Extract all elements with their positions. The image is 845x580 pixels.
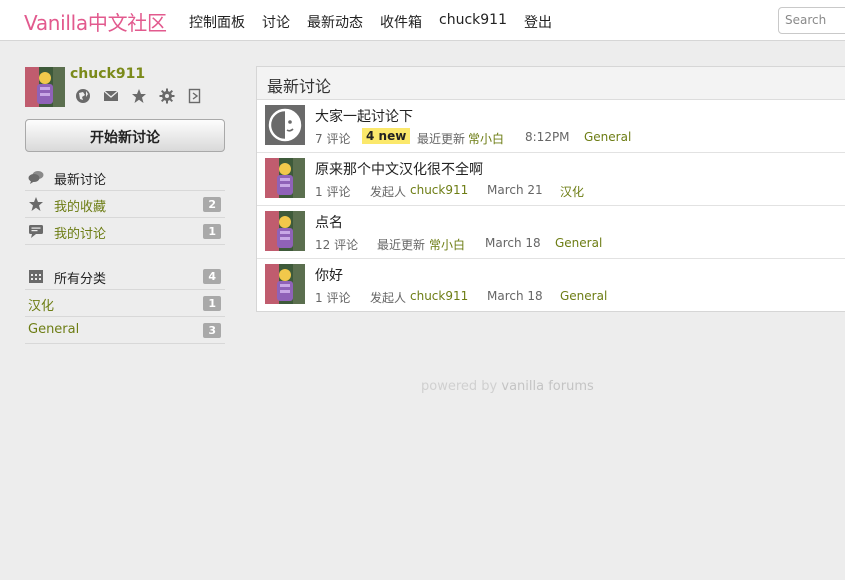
avatar[interactable] [265, 158, 305, 198]
comment-count: 12 评论 [315, 238, 359, 252]
author-link[interactable]: chuck911 [410, 183, 468, 197]
sidebar-item-category-general[interactable]: General 3 [25, 317, 225, 344]
sidebar-item-label: General [28, 322, 80, 337]
star-icon [28, 196, 44, 212]
last-date: March 18 [487, 289, 543, 303]
sidebar-menu: 最新讨论 我的收藏 2 我的讨论 1 所有分类 4 汉化 1 General 3 [25, 164, 225, 344]
nav-dashboard[interactable]: 控制面板 [189, 12, 245, 32]
sidebar-item-recent-discussions[interactable]: 最新讨论 [25, 164, 225, 191]
calendar-grid-icon [28, 268, 44, 284]
author-link[interactable]: 常小白 [468, 130, 504, 147]
mail-icon[interactable] [103, 88, 119, 104]
nav-activity[interactable]: 最新动态 [307, 12, 363, 32]
comment-icon [28, 223, 44, 239]
page-title: 最新讨论 [257, 67, 845, 100]
table-row[interactable]: 大家一起讨论下 7 评论 4 new 最近更新 常小白 8:12PM Gener… [257, 100, 845, 153]
author-label: 发起人 [370, 291, 407, 305]
sidebar-item-label: 我的讨论 [54, 227, 107, 242]
count-badge: 1 [203, 224, 221, 239]
search-input[interactable]: Search [778, 7, 845, 34]
username-link[interactable]: chuck911 [70, 66, 145, 82]
profile-icons [75, 88, 215, 104]
sidebar-item-all-categories[interactable]: 所有分类 4 [25, 263, 225, 290]
signout-icon[interactable] [187, 88, 203, 104]
star-icon[interactable] [131, 88, 147, 104]
start-new-discussion-button[interactable]: 开始新讨论 [25, 119, 225, 152]
last-date: March 18 [485, 236, 541, 250]
discussion-title[interactable]: 点名 [315, 212, 343, 232]
last-date: 8:12PM [525, 130, 570, 144]
count-badge: 2 [203, 197, 221, 212]
count-badge: 1 [203, 296, 221, 311]
site-brand[interactable]: Vanilla中文社区 [24, 7, 167, 36]
sidebar-item-label: 最新讨论 [54, 173, 107, 188]
avatar[interactable] [25, 67, 65, 107]
category-link[interactable]: General [584, 130, 631, 144]
globe-icon[interactable] [75, 88, 91, 104]
author-label: 发起人 [370, 185, 407, 199]
avatar[interactable] [265, 211, 305, 251]
author-link[interactable]: chuck911 [410, 289, 468, 303]
default-avatar-icon[interactable] [265, 105, 305, 145]
nav-inbox[interactable]: 收件箱 [380, 12, 422, 32]
footer-prefix: powered by [421, 379, 498, 394]
user-profile-box: chuck911 [25, 65, 225, 107]
comment-count: 7 评论 [315, 132, 351, 146]
table-row[interactable]: 你好 1 评论 发起人 chuck911 March 18 General [257, 259, 845, 312]
sidebar-item-bookmarks[interactable]: 我的收藏 2 [25, 191, 225, 218]
table-row[interactable]: 原来那个中文汉化很不全啊 1 评论 发起人 chuck911 March 21 … [257, 153, 845, 206]
top-header: Vanilla中文社区 控制面板 讨论 最新动态 收件箱 chuck911 登出… [0, 0, 845, 41]
gear-icon[interactable] [159, 88, 175, 104]
category-link[interactable]: General [560, 289, 607, 303]
nav-signout[interactable]: 登出 [524, 12, 552, 32]
last-date: March 21 [487, 183, 543, 197]
footer-vanilla-link[interactable]: vanilla forums [501, 379, 593, 394]
comment-count: 1 评论 [315, 291, 351, 305]
chat-bubbles-icon [28, 169, 44, 185]
author-link[interactable]: 常小白 [429, 236, 465, 253]
main-nav: 控制面板 讨论 最新动态 收件箱 chuck911 登出 [189, 12, 569, 32]
discussion-title[interactable]: 大家一起讨论下 [315, 106, 413, 126]
table-row[interactable]: 点名 12 评论 最近更新 常小白 March 18 General [257, 206, 845, 259]
sidebar-item-label: 汉化 [28, 299, 55, 314]
author-label: 最近更新 [377, 238, 426, 252]
new-badge: 4 new [362, 128, 411, 144]
sidebar-item-my-discussions[interactable]: 我的讨论 1 [25, 218, 225, 245]
discussions-panel: 最新讨论 大家一起讨论下 7 评论 4 new 最近更新 常小白 8:12PM … [256, 66, 845, 312]
sidebar-item-label: 我的收藏 [54, 200, 107, 215]
powered-by-footer: powered by vanilla forums [421, 379, 594, 394]
discussion-title[interactable]: 你好 [315, 265, 343, 285]
count-badge: 4 [203, 269, 221, 284]
category-link[interactable]: 汉化 [560, 183, 584, 200]
sidebar-item-label: 所有分类 [54, 272, 107, 287]
sidebar: chuck911 开始新讨论 最新讨论 我的收藏 2 我的讨论 1 所有分类 4… [25, 65, 225, 344]
category-link[interactable]: General [555, 236, 602, 250]
author-label: 最近更新 [417, 132, 466, 146]
avatar[interactable] [265, 264, 305, 304]
nav-discussions[interactable]: 讨论 [262, 12, 290, 32]
comment-count: 1 评论 [315, 185, 351, 199]
count-badge: 3 [203, 323, 221, 338]
discussion-title[interactable]: 原来那个中文汉化很不全啊 [315, 159, 483, 179]
nav-profile[interactable]: chuck911 [439, 12, 507, 32]
sidebar-item-category-hanhua[interactable]: 汉化 1 [25, 290, 225, 317]
